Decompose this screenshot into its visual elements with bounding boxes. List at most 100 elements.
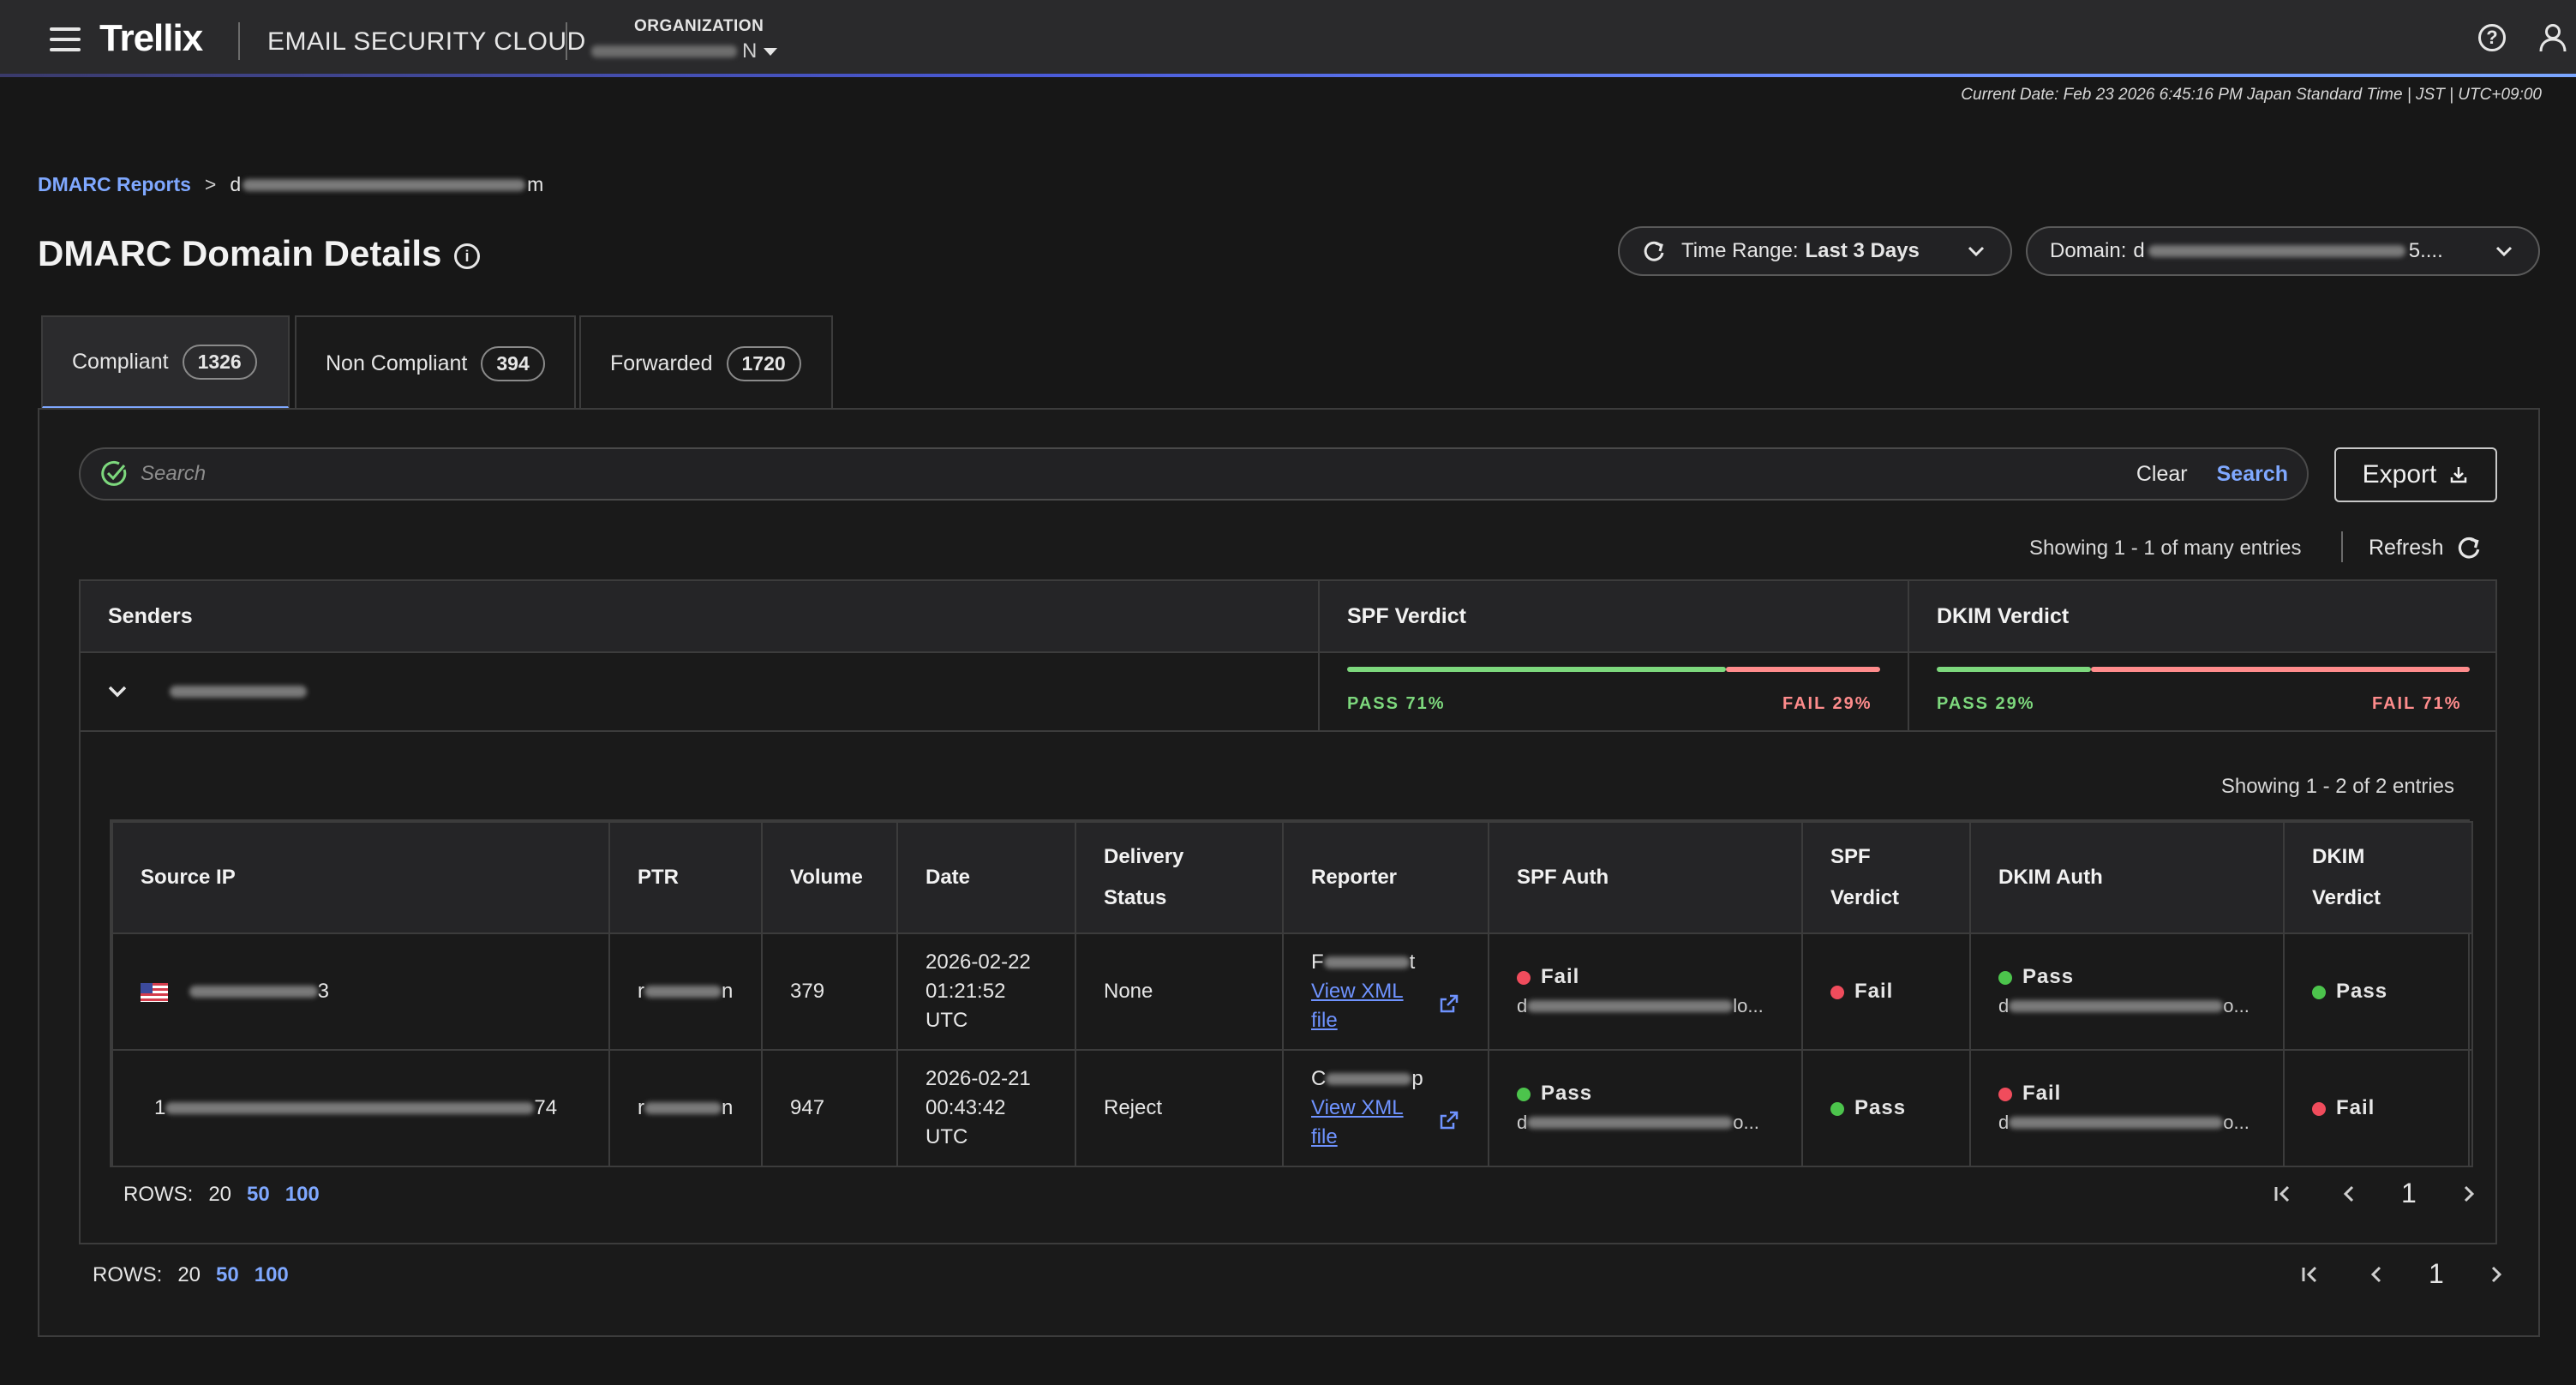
first-page-icon[interactable] <box>2295 1260 2324 1289</box>
header-reporter: Reporter <box>1282 821 1489 934</box>
prev-page-icon[interactable] <box>2362 1260 2391 1289</box>
header-spf-verdict: SPF Verdict <box>1320 581 1909 651</box>
dkim-verdict-cell: Pass <box>2283 932 2473 1051</box>
next-page-icon[interactable] <box>2482 1260 2511 1289</box>
domain-selector[interactable]: Domain: d 5.... <box>2026 226 2540 276</box>
header-dkim-verdict: DKIM Verdict <box>1909 581 2495 651</box>
header-dkim-verdict: DKIM Verdict <box>2283 821 2473 934</box>
header-source-ip: Source IP <box>111 821 610 934</box>
header-ptr: PTR <box>608 821 763 934</box>
redacted-text <box>2009 1117 2224 1129</box>
header-dkim-auth: DKIM Auth <box>1969 821 2285 934</box>
tab-non-compliant[interactable]: Non Compliant 394 <box>295 315 576 410</box>
divider <box>81 651 2495 653</box>
redacted-sender <box>170 686 307 698</box>
first-page-icon[interactable] <box>2267 1179 2297 1208</box>
prev-page-icon[interactable] <box>2334 1179 2363 1208</box>
rows-option-50[interactable]: 50 <box>216 1263 239 1287</box>
search-bar: Clear Search <box>79 447 2309 501</box>
redacted-text <box>1527 1117 1734 1129</box>
dkim-pass-label: PASS 29% <box>1937 694 2035 713</box>
divider <box>1318 581 1320 732</box>
dkim-verdict-cell: Fail <box>2283 1049 2473 1167</box>
tab-label: Forwarded <box>610 351 713 375</box>
rows-option-20[interactable]: 20 <box>177 1263 201 1287</box>
header-delivery-status: Delivery Status <box>1075 821 1284 934</box>
current-date: Current Date: Feb 23 2026 6:45:16 PM Jap… <box>1961 86 2542 104</box>
time-range-selector[interactable]: Time Range: Last 3 Days <box>1618 226 2012 276</box>
organization-selector[interactable]: N <box>591 39 778 63</box>
divider <box>238 22 240 60</box>
clear-button[interactable]: Clear <box>2136 462 2188 487</box>
source-ip-cell: 3 <box>111 932 610 1051</box>
header-spf-auth: SPF Auth <box>1488 821 1803 934</box>
redacted-text <box>1527 1000 1734 1012</box>
product-name: EMAIL SECURITY CLOUD <box>267 27 586 56</box>
table-row: 3 rn 379 2026-02-22 01:21:52 UTC None Ft V… <box>111 932 2473 1051</box>
refresh-button[interactable]: Refresh <box>2369 535 2482 561</box>
user-icon[interactable] <box>2538 22 2567 53</box>
help-icon[interactable]: ? <box>2478 24 2506 51</box>
search-input[interactable] <box>141 462 2136 486</box>
redacted-text <box>591 45 737 57</box>
fail-dot-icon <box>2312 1101 2326 1116</box>
fail-dot-icon <box>1998 1087 2012 1101</box>
volume-cell: 379 <box>761 932 898 1051</box>
expand-chevron-icon[interactable] <box>105 679 130 704</box>
tab-count-badge: 1720 <box>726 345 801 381</box>
redacted-text <box>243 178 526 191</box>
tab-forwarded[interactable]: Forwarded 1720 <box>579 315 833 410</box>
current-page: 1 <box>2401 1178 2417 1208</box>
rows-label: ROWS: <box>93 1263 163 1286</box>
spf-fail-label: FAIL 29% <box>1782 694 1872 713</box>
trellix-logo[interactable]: Trellix <box>99 17 203 60</box>
redacted-text <box>1326 1073 1412 1085</box>
info-icon[interactable]: i <box>454 243 480 269</box>
check-circle-icon <box>101 460 127 486</box>
export-button[interactable]: Export <box>2334 447 2497 502</box>
dkim-auth-cell: Fail d o... <box>1969 1049 2285 1167</box>
top-bar: Trellix EMAIL SECURITY CLOUD ORGANIZATIO… <box>0 0 2576 75</box>
header-volume: Volume <box>761 821 898 934</box>
domain-label: Domain: <box>2050 239 2127 262</box>
external-link-icon[interactable] <box>1438 1109 1460 1131</box>
menu-icon[interactable] <box>50 27 81 51</box>
chevron-down-icon <box>1968 246 1985 257</box>
inner-entries-summary: Showing 1 - 2 of 2 entries <box>2220 775 2454 798</box>
tab-label: Non Compliant <box>326 351 468 375</box>
tab-count-badge: 1326 <box>182 344 257 380</box>
dkim-pass-bar <box>1937 667 2091 672</box>
tab-compliant[interactable]: Compliant 1326 <box>41 315 290 410</box>
pass-dot-icon <box>1517 1087 1531 1101</box>
header-date: Date <box>896 821 1076 934</box>
header-spf-verdict: SPF Verdict <box>1801 821 1971 934</box>
us-flag-icon <box>141 982 168 1002</box>
redacted-text <box>2148 245 2405 257</box>
rows-option-50[interactable]: 50 <box>247 1183 270 1207</box>
rows-option-100[interactable]: 100 <box>285 1183 320 1207</box>
delivery-status-cell: Reject <box>1075 1049 1284 1167</box>
reporter-cell: Ft View XML file <box>1282 932 1489 1051</box>
redacted-text <box>165 1102 535 1114</box>
breadcrumb-domain-prefix: d <box>230 173 242 195</box>
external-link-icon[interactable] <box>1438 992 1460 1015</box>
rows-option-100[interactable]: 100 <box>255 1263 289 1287</box>
pass-dot-icon <box>2312 985 2326 999</box>
search-button[interactable]: Search <box>2217 462 2288 487</box>
entries-summary: Showing 1 - 1 of many entries <box>2029 537 2302 560</box>
inner-rows-per-page: ROWS: 20 50 100 <box>123 1183 320 1207</box>
view-xml-link[interactable]: View XML file <box>1311 1096 1404 1148</box>
breadcrumb-dmarc-reports[interactable]: DMARC Reports <box>38 173 191 196</box>
table-row: 1 74 rn 947 2026-02-21 00:43:42 UTC Reject … <box>111 1049 2473 1167</box>
view-xml-link[interactable]: View XML file <box>1311 980 1404 1032</box>
spf-pass-label: PASS 71% <box>1347 694 1446 713</box>
outer-rows-per-page: ROWS: 20 50 100 <box>93 1263 289 1287</box>
rows-option-20[interactable]: 20 <box>208 1183 231 1207</box>
refresh-icon <box>1644 241 1664 261</box>
next-page-icon[interactable] <box>2454 1179 2483 1208</box>
caret-down-icon <box>764 47 778 56</box>
breadcrumb-domain-suffix: m <box>527 173 544 195</box>
time-range-value: Last 3 Days <box>1805 239 1920 262</box>
date-cell: 2026-02-22 01:21:52 UTC <box>896 932 1076 1051</box>
divider <box>1908 581 1909 732</box>
